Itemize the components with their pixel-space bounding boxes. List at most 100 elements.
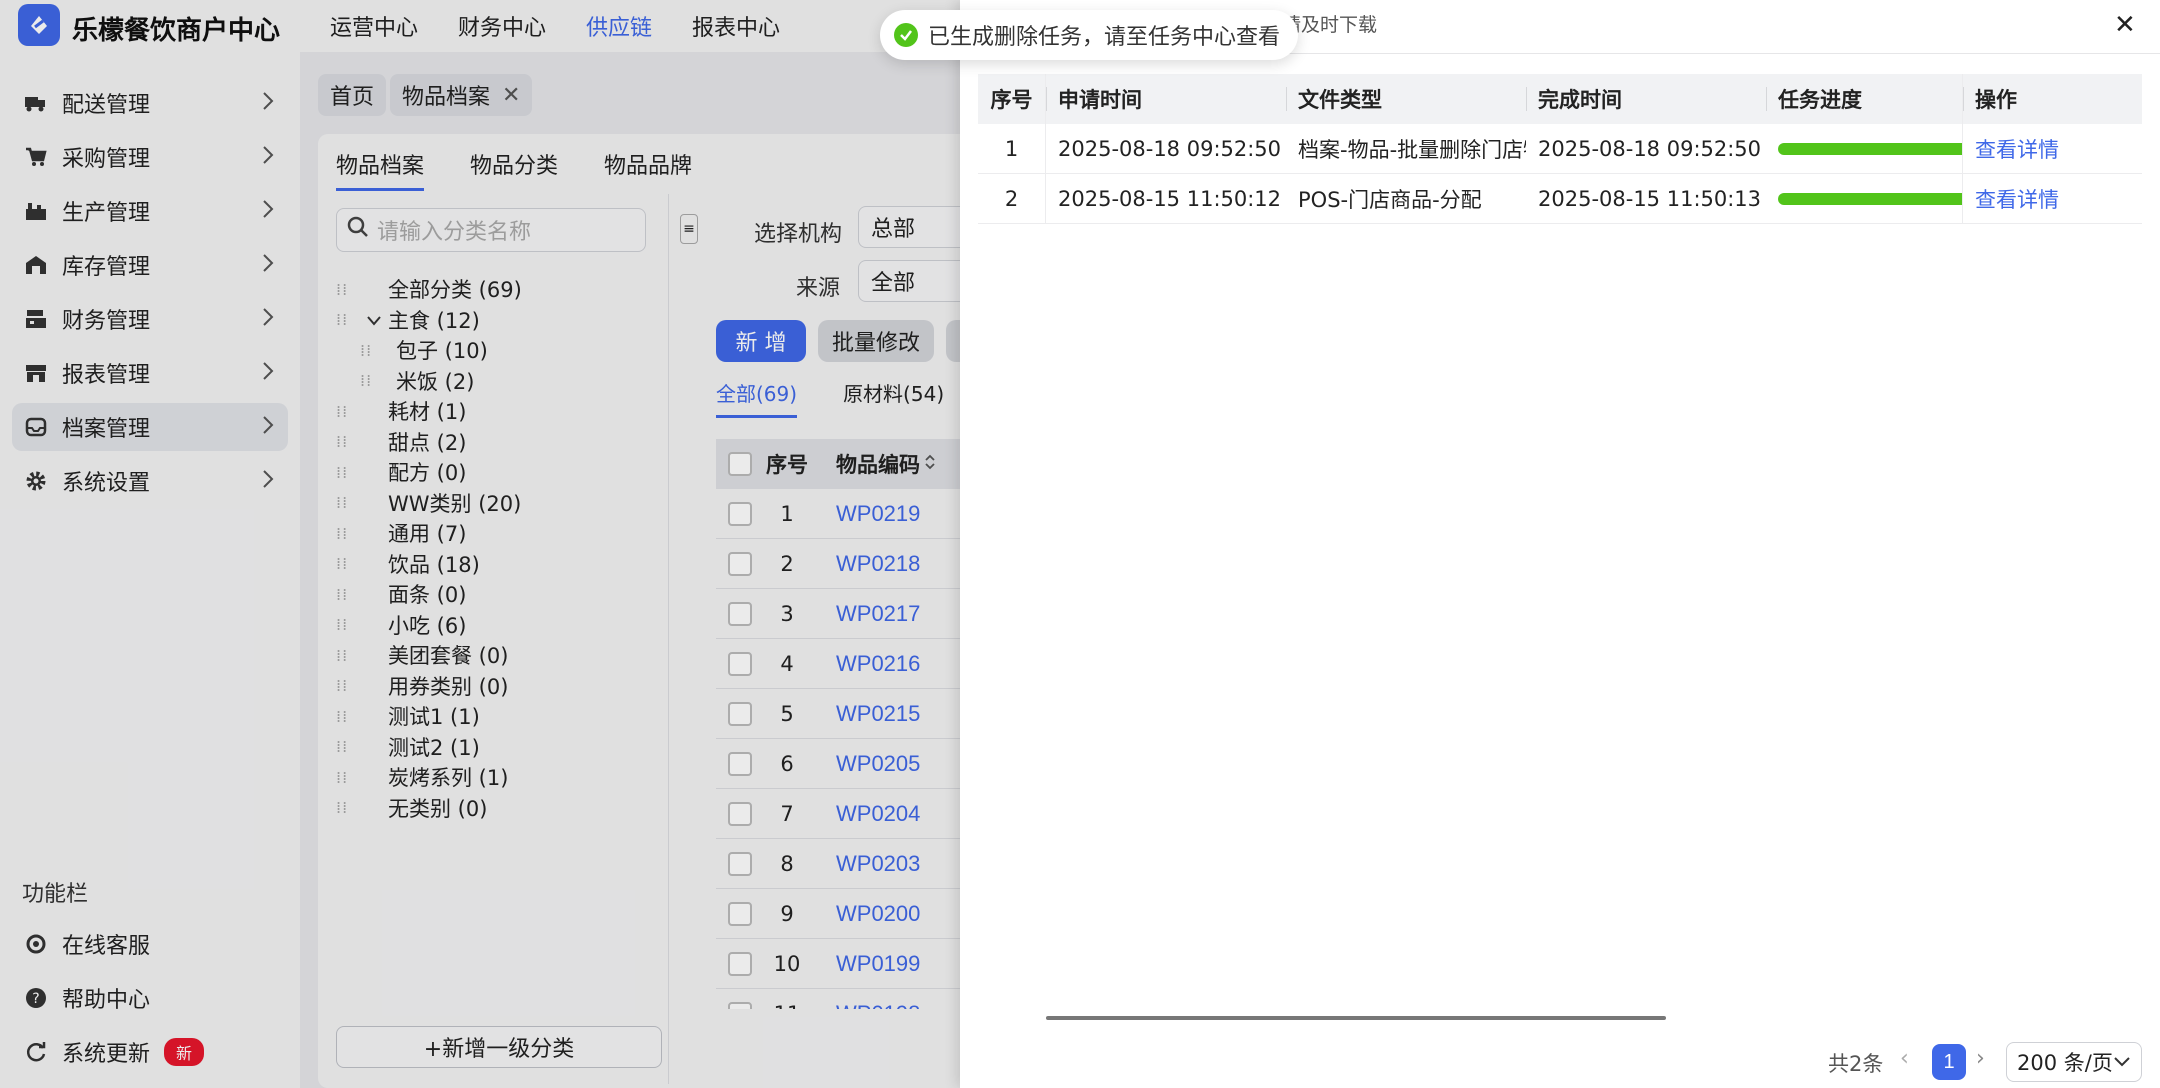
- sidebar-item-production[interactable]: 生产管理: [12, 187, 288, 235]
- item-code-link[interactable]: WP0204: [822, 801, 920, 827]
- drag-handle-icon[interactable]: ⁞⁞: [336, 707, 366, 726]
- close-icon[interactable]: ✕: [502, 83, 520, 108]
- add-item-button[interactable]: 新 增: [716, 320, 806, 362]
- sort-icon[interactable]: [924, 452, 936, 476]
- row-checkbox[interactable]: [728, 851, 752, 876]
- sidebar-item-purchase[interactable]: 采购管理: [12, 133, 288, 181]
- next-page-icon[interactable]: ›: [1976, 1046, 1985, 1071]
- drag-handle-icon[interactable]: ⁞⁞: [336, 280, 366, 299]
- category-tree-item[interactable]: ⁞⁞ 饮品 (18): [336, 549, 480, 579]
- page-1-button[interactable]: 1: [1932, 1044, 1966, 1080]
- drag-handle-icon[interactable]: ⁞⁞: [360, 341, 390, 360]
- category-tree-item[interactable]: ⁞⁞ 炭烤系列 (1): [336, 762, 508, 792]
- sidebar-help-center[interactable]: ? 帮助中心: [12, 974, 288, 1022]
- category-tree-item[interactable]: ⁞⁞ 米饭 (2): [360, 366, 474, 396]
- item-code-link[interactable]: WP0203: [822, 851, 920, 877]
- drag-handle-icon[interactable]: ⁞⁞: [336, 310, 366, 329]
- drag-handle-icon[interactable]: ⁞⁞: [336, 768, 366, 787]
- view-detail-link[interactable]: 查看详情: [1962, 124, 2142, 173]
- row-checkbox[interactable]: [728, 751, 752, 776]
- page-size-select[interactable]: 200 条/页: [2006, 1042, 2142, 1082]
- table-row: 9 WP0200: [716, 889, 978, 939]
- row-checkbox[interactable]: [728, 1001, 752, 1009]
- drag-handle-icon[interactable]: ⁞⁞: [360, 371, 390, 390]
- sidebar-online-service[interactable]: 在线客服: [12, 920, 288, 968]
- horizontal-scrollbar[interactable]: [1046, 1016, 1666, 1020]
- item-code-link[interactable]: WP0200: [822, 901, 920, 927]
- category-tree-item[interactable]: ⁞⁞ 甜点 (2): [336, 427, 466, 457]
- topnav-finance[interactable]: 财务中心: [458, 10, 546, 42]
- chevron-down-icon[interactable]: [366, 308, 388, 332]
- category-tree-item[interactable]: ⁞⁞ 面条 (0): [336, 579, 466, 609]
- prev-page-icon[interactable]: ‹: [1900, 1046, 1909, 1071]
- sidebar-item-inventory[interactable]: 库存管理: [12, 241, 288, 289]
- category-tree-item[interactable]: ⁞⁞ 通用 (7): [336, 518, 466, 548]
- row-checkbox[interactable]: [728, 701, 752, 726]
- item-code-link[interactable]: WP0217: [822, 601, 920, 627]
- topnav-reports[interactable]: 报表中心: [692, 10, 780, 42]
- drag-handle-icon[interactable]: ⁞⁞: [336, 402, 366, 421]
- drag-handle-icon[interactable]: ⁞⁞: [336, 463, 366, 482]
- drag-handle-icon[interactable]: ⁞⁞: [336, 554, 366, 573]
- category-tree-item[interactable]: ⁞⁞ 主食 (12): [336, 305, 480, 335]
- sidebar-item-finance[interactable]: 财务管理: [12, 295, 288, 343]
- sidebar-item-reports[interactable]: 报表管理: [12, 349, 288, 397]
- category-tree-item[interactable]: ⁞⁞ 无类别 (0): [336, 793, 487, 823]
- drag-handle-icon[interactable]: ⁞⁞: [336, 646, 366, 665]
- add-category-button[interactable]: +新增一级分类: [336, 1026, 662, 1068]
- row-checkbox[interactable]: [728, 601, 752, 626]
- select-all-checkbox[interactable]: [728, 452, 752, 476]
- subtab-item-brand[interactable]: 物品品牌: [604, 148, 692, 191]
- drag-handle-icon[interactable]: ⁞⁞: [336, 737, 366, 756]
- view-detail-link[interactable]: 查看详情: [1962, 174, 2142, 223]
- category-label: 通用 (7): [388, 522, 467, 546]
- sidebar-system-update[interactable]: 系统更新 新: [12, 1028, 288, 1076]
- category-tree-item[interactable]: ⁞⁞ 测试2 (1): [336, 732, 480, 762]
- drag-handle-icon[interactable]: ⁞⁞: [336, 585, 366, 604]
- item-code-link[interactable]: WP0218: [822, 551, 920, 577]
- item-code-link[interactable]: WP0216: [822, 651, 920, 677]
- category-tree-item[interactable]: ⁞⁞ 测试1 (1): [336, 701, 480, 731]
- category-tree-item[interactable]: ⁞⁞ 包子 (10): [360, 335, 488, 365]
- category-tree-item[interactable]: ⁞⁞ 配方 (0): [336, 457, 466, 487]
- close-icon[interactable]: ✕: [2114, 10, 2136, 40]
- filter-tab-raw-material[interactable]: 原材料(54): [843, 378, 944, 418]
- filter-tab-all[interactable]: 全部(69): [716, 378, 798, 418]
- item-code-link[interactable]: WP0219: [822, 501, 920, 527]
- drag-handle-icon[interactable]: ⁞⁞: [336, 615, 366, 634]
- item-code-link[interactable]: WP0199: [822, 951, 920, 977]
- category-tree-item[interactable]: ⁞⁞ 用券类别 (0): [336, 671, 508, 701]
- category-tree-item[interactable]: ⁞⁞ 小吃 (6): [336, 610, 466, 640]
- topnav-ops[interactable]: 运营中心: [330, 10, 418, 42]
- row-checkbox[interactable]: [728, 551, 752, 576]
- row-checkbox[interactable]: [728, 651, 752, 676]
- drag-handle-icon[interactable]: ⁞⁞: [336, 524, 366, 543]
- drag-handle-icon[interactable]: ⁞⁞: [336, 798, 366, 817]
- sidebar-item-delivery[interactable]: 配送管理: [12, 79, 288, 127]
- topnav-supply-chain[interactable]: 供应链: [586, 10, 652, 42]
- drag-handle-icon[interactable]: ⁞⁞: [336, 432, 366, 451]
- item-code-link[interactable]: WP0198: [822, 1001, 920, 1010]
- item-code-link[interactable]: WP0205: [822, 751, 920, 777]
- subtab-item-category[interactable]: 物品分类: [470, 148, 558, 191]
- row-checkbox[interactable]: [728, 801, 752, 826]
- drag-handle-icon[interactable]: ⁞⁞: [336, 676, 366, 695]
- page-tab-items[interactable]: 物品档案 ✕: [390, 74, 533, 116]
- collapse-tree-icon[interactable]: ≡: [680, 214, 698, 244]
- category-tree-item[interactable]: ⁞⁞ 耗材 (1): [336, 396, 466, 426]
- row-checkbox[interactable]: [728, 501, 752, 526]
- sidebar-item-settings[interactable]: 系统设置: [12, 457, 288, 505]
- category-tree-item[interactable]: ⁞⁞ WW类别 (20): [336, 488, 521, 518]
- subtab-item-archive[interactable]: 物品档案: [336, 148, 425, 191]
- page-tab-home[interactable]: 首页: [318, 74, 387, 116]
- col-code-header[interactable]: 物品编码: [822, 449, 920, 479]
- category-tree-item[interactable]: ⁞⁞ 全部分类 (69): [336, 274, 522, 304]
- row-checkbox[interactable]: [728, 951, 752, 976]
- sidebar-item-archive[interactable]: 档案管理: [12, 403, 288, 451]
- drag-handle-icon[interactable]: ⁞⁞: [336, 493, 366, 512]
- row-checkbox[interactable]: [728, 901, 752, 926]
- category-search-input[interactable]: 请输入分类名称: [336, 208, 646, 252]
- item-code-link[interactable]: WP0215: [822, 701, 920, 727]
- category-tree-item[interactable]: ⁞⁞ 美团套餐 (0): [336, 640, 508, 670]
- batch-edit-button[interactable]: 批量修改: [818, 320, 934, 362]
